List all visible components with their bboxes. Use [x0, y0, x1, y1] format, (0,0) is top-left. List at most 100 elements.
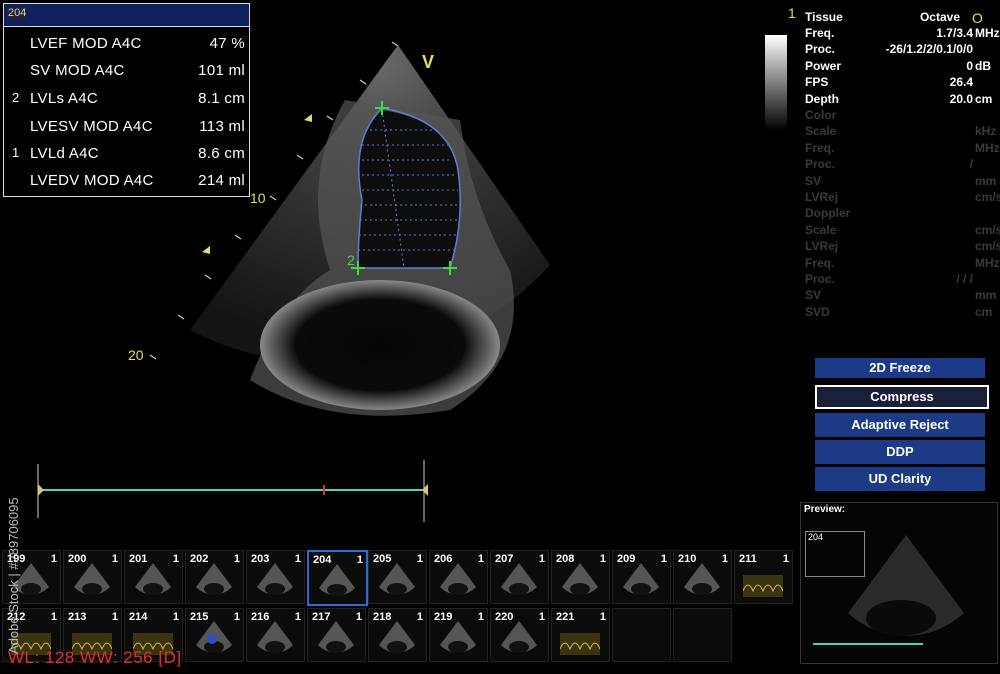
param-row: Scale kHz — [805, 124, 996, 140]
thumbnail-channel: 1 — [355, 611, 362, 623]
stock-watermark-id: Adobe Stock | #289706095 — [6, 497, 21, 654]
param-value: / / / — [956, 272, 973, 286]
thumbnail-208[interactable]: 208 1 — [551, 550, 610, 604]
thumbnail-channel: 1 — [294, 553, 301, 565]
probe-orientation-marker: V — [422, 52, 435, 72]
thumbnail-frame-number: 210 — [678, 553, 697, 565]
atrium-cavity — [260, 280, 500, 410]
thumbnail-219[interactable]: 219 1 — [429, 608, 488, 662]
adaptive-reject-button[interactable]: Adaptive Reject — [815, 413, 985, 437]
param-label: FPS — [805, 75, 829, 90]
thumbnail-211[interactable]: 211 1 — [734, 550, 793, 604]
param-row: SVD cm — [805, 305, 995, 321]
thumbnail-channel: 1 — [50, 553, 57, 565]
thumbnail-image — [560, 633, 600, 655]
cine-timeline[interactable] — [30, 458, 440, 524]
thumbnail-209[interactable]: 209 1 — [612, 550, 671, 604]
thumbnail-channel: 1 — [233, 611, 240, 623]
thumbnail-216[interactable]: 216 1 — [246, 608, 305, 662]
thumbnail-204[interactable]: 204 1 — [307, 550, 368, 606]
thumbnail-strip[interactable]: 199 1 200 1 201 1 202 1 203 1 204 1 205 1 206 1 207 1 208 1… — [0, 546, 796, 664]
thumbnail-image — [501, 621, 537, 653]
thumbnail-image — [440, 621, 476, 653]
param-value: 0 — [966, 58, 973, 73]
param-label: SV — [805, 288, 822, 303]
param-row: Color — [805, 108, 995, 124]
timeline-right-handle-icon[interactable] — [422, 484, 428, 496]
thumbnail-image — [319, 564, 355, 596]
timeline-left-handle-icon[interactable] — [38, 484, 44, 496]
thumbnail-frame-number: 207 — [495, 553, 514, 565]
thumbnail-203[interactable]: 203 1 — [246, 550, 305, 604]
param-unit: cm/s — [975, 190, 1000, 204]
thumbnail-empty[interactable] — [612, 608, 671, 662]
thumbnail-channel: 1 — [294, 611, 301, 623]
thumbnail-frame-number: 202 — [190, 553, 209, 565]
param-value: 26.4 — [949, 75, 973, 90]
thumbnail-frame-number: 200 — [68, 553, 87, 565]
param-label: Freq. — [805, 255, 835, 270]
thumbnail-channel: 1 — [416, 553, 423, 565]
thumbnail-empty[interactable] — [673, 608, 732, 662]
thumbnail-channel: 1 — [356, 554, 363, 566]
param-row: Doppler — [805, 206, 995, 222]
thumbnail-frame-number: 218 — [373, 611, 392, 623]
thumbnail-channel: 1 — [477, 611, 484, 623]
thumbnail-221[interactable]: 221 1 — [551, 608, 610, 662]
thumbnail-channel: 1 — [111, 611, 118, 623]
thumbnail-206[interactable]: 206 1 — [429, 550, 488, 604]
image-index: 1 — [788, 5, 796, 21]
ddp-button[interactable]: DDP — [815, 440, 985, 464]
thumbnail-channel: 1 — [416, 611, 423, 623]
thumbnail-image — [135, 563, 171, 595]
thumbnail-201[interactable]: 201 1 — [124, 550, 183, 604]
thumbnail-frame-number: 217 — [312, 611, 331, 623]
thumbnail-channel: 1 — [538, 553, 545, 565]
param-label: LVRej — [805, 239, 839, 254]
thumbnail-frame-number: 206 — [434, 553, 453, 565]
compress-button[interactable]: Compress — [815, 385, 989, 409]
param-row: Power 0 dB — [805, 59, 995, 75]
thumbnail-frame-number: 219 — [434, 611, 453, 623]
thumbnail-210[interactable]: 210 1 — [673, 550, 732, 604]
thumbnail-channel: 1 — [660, 553, 667, 565]
depth-label-10: 10 — [250, 190, 266, 206]
thumbnail-image — [623, 563, 659, 595]
param-label: SV — [805, 173, 822, 188]
thumbnail-frame-number: 201 — [129, 553, 148, 565]
depth-label-20: 20 — [128, 347, 144, 363]
thumbnail-frame-number: 214 — [129, 611, 148, 623]
thumbnail-channel: 1 — [233, 553, 240, 565]
thumbnail-218[interactable]: 218 1 — [368, 608, 427, 662]
freeze-button[interactable]: 2D Freeze — [815, 358, 985, 378]
thumbnail-202[interactable]: 202 1 — [185, 550, 244, 604]
preview-panel[interactable]: Preview: 204 — [800, 502, 998, 664]
thumbnail-frame-number: 213 — [68, 611, 87, 623]
ultrasound-image[interactable] — [0, 0, 760, 460]
thumbnail-207[interactable]: 207 1 — [490, 550, 549, 604]
thumbnail-channel: 1 — [172, 553, 179, 565]
param-label: Color — [805, 108, 837, 122]
thumbnail-220[interactable]: 220 1 — [490, 608, 549, 662]
focus-marker-icon — [202, 246, 210, 254]
params-title: Tissue Octave — [805, 10, 960, 24]
thumbnail-215[interactable]: 215 1 — [185, 608, 244, 662]
param-row: Depth 20.0 cm — [805, 92, 995, 108]
thumbnail-205[interactable]: 205 1 — [368, 550, 427, 604]
param-label: LVRej — [805, 190, 839, 204]
thumbnail-frame-number: 211 — [739, 553, 757, 565]
ud-clarity-button[interactable]: UD Clarity — [815, 467, 985, 491]
param-row: Freq. MHz — [805, 255, 1000, 272]
thumbnail-image — [684, 563, 720, 595]
thumbnail-frame-number: 204 — [313, 554, 332, 566]
param-row: FPS 26.4 — [805, 75, 995, 91]
param-unit: MHz — [975, 255, 1000, 270]
thumbnail-200[interactable]: 200 1 — [63, 550, 122, 604]
param-label: Scale — [805, 222, 837, 237]
param-label: Proc. — [805, 157, 836, 172]
window-level-readout: WL: 128 WW: 256 [D] — [8, 648, 182, 667]
thumbnail-217[interactable]: 217 1 — [307, 608, 366, 662]
thumbnail-channel: 1 — [721, 553, 728, 565]
param-row: Freq. MHz — [805, 141, 1000, 157]
param-label: Proc. — [805, 272, 836, 286]
